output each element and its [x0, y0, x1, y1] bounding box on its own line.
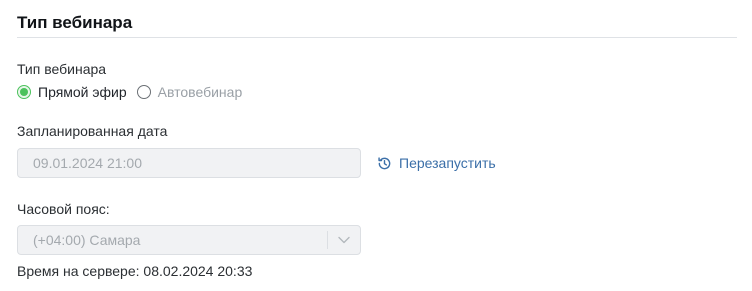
- section-divider: [17, 37, 737, 38]
- radio-live-broadcast[interactable]: Прямой эфир: [17, 83, 127, 101]
- section-title: Тип вебинара: [17, 13, 133, 32]
- timezone-select[interactable]: (+04:00) Самара: [17, 225, 361, 255]
- radio-auto-webinar-label: Автовебинар: [157, 84, 243, 100]
- webinar-type-label: Тип вебинара: [17, 61, 107, 77]
- restart-button[interactable]: Перезапустить: [377, 154, 496, 172]
- restart-label: Перезапустить: [399, 155, 496, 171]
- server-time-text: Время на сервере: 08.02.2024 20:33: [17, 263, 253, 279]
- chevron-down-icon[interactable]: [328, 226, 360, 254]
- timezone-selected-value: (+04:00) Самара: [33, 232, 141, 248]
- radio-auto-webinar[interactable]: Автовебинар: [136, 83, 243, 101]
- scheduled-date-input[interactable]: [18, 149, 360, 177]
- history-icon: [377, 156, 392, 171]
- radio-unchecked-icon[interactable]: [136, 85, 151, 99]
- webinar-type-radio-group: Прямой эфир Автовебинар: [17, 83, 242, 101]
- radio-live-broadcast-label: Прямой эфир: [38, 84, 127, 100]
- timezone-label: Часовой пояс:: [17, 201, 110, 217]
- radio-checked-icon[interactable]: [17, 85, 31, 99]
- scheduled-date-label: Запланированная дата: [17, 123, 168, 139]
- scheduled-date-field[interactable]: [17, 148, 361, 178]
